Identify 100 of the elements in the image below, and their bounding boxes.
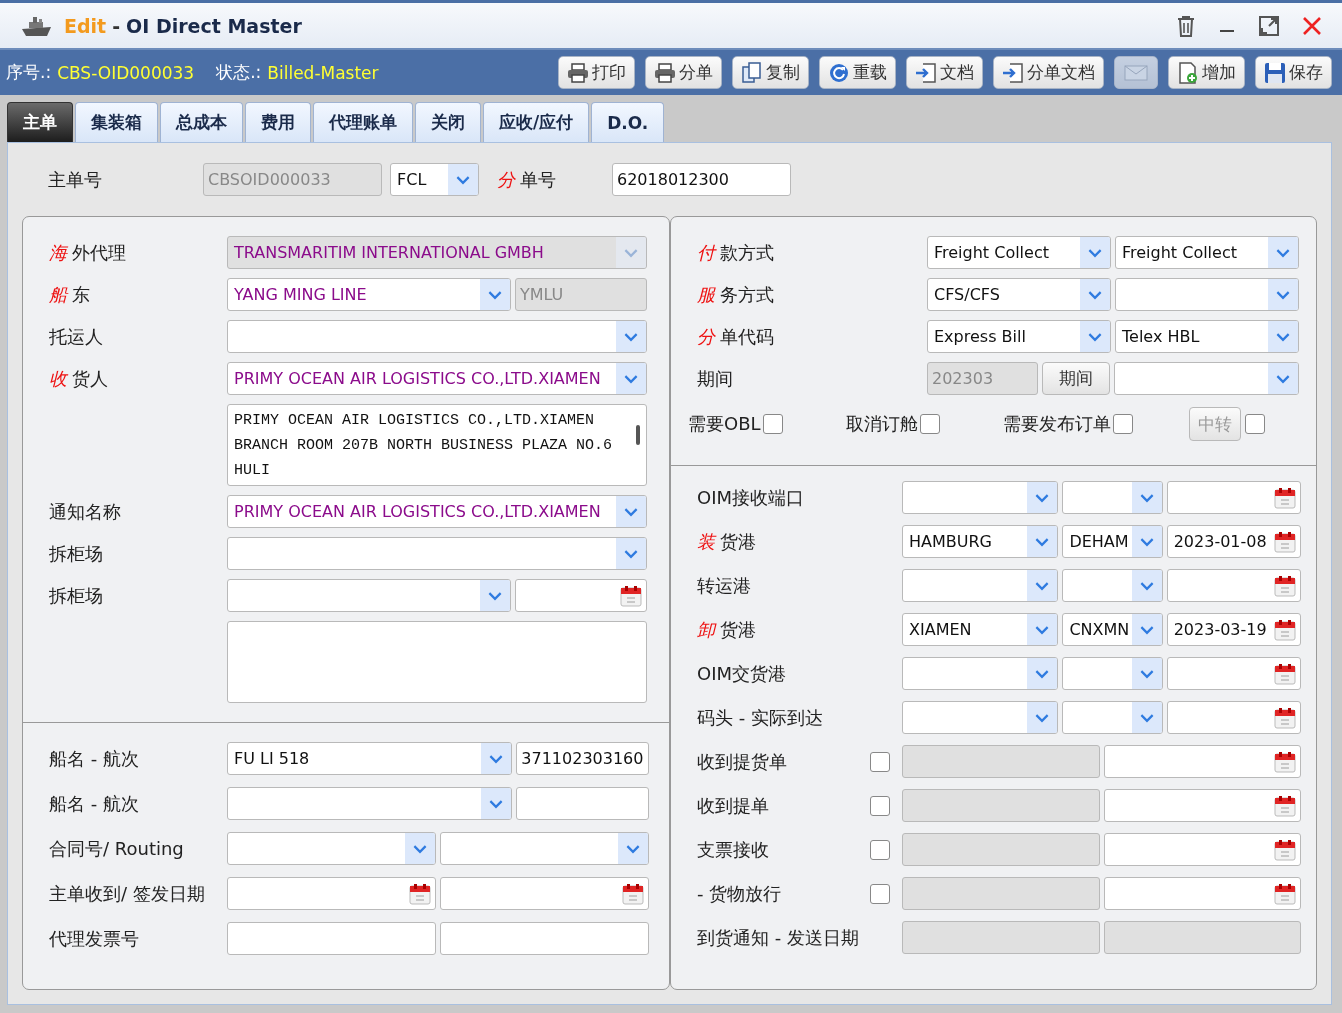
input-field[interactable]	[902, 921, 1100, 954]
tab[interactable]: D.O.	[591, 102, 665, 142]
select-field[interactable]	[227, 579, 511, 612]
input-field[interactable]	[227, 922, 436, 955]
field-label: 单号	[520, 167, 557, 192]
date-field[interactable]	[1166, 481, 1301, 514]
tab[interactable]: 代理账单	[313, 102, 413, 142]
select-field[interactable]	[1115, 278, 1299, 311]
calendar-icon	[1274, 795, 1296, 817]
date-field[interactable]	[514, 579, 647, 612]
date-field[interactable]	[1103, 789, 1301, 822]
text-area[interactable]	[227, 621, 647, 703]
load-type-select[interactable]: FCL	[390, 163, 479, 196]
select-field[interactable]	[1062, 481, 1163, 514]
date-field[interactable]	[1103, 833, 1301, 866]
select-field[interactable]: Freight Collect	[1115, 236, 1299, 269]
select-field[interactable]	[902, 569, 1059, 602]
chevron-icon	[618, 833, 648, 864]
field-label: 支票接收	[697, 837, 769, 862]
select-field[interactable]: HAMBURG	[902, 525, 1059, 558]
input-field[interactable]	[902, 789, 1100, 822]
toolbar-button[interactable]: 复制	[732, 56, 809, 89]
chevron-icon	[1131, 482, 1162, 513]
checkbox[interactable]	[870, 883, 890, 904]
select-field[interactable]	[1114, 362, 1299, 395]
house-number-field[interactable]: 62018012300	[612, 163, 791, 196]
toolbar-button[interactable]: 保存	[1255, 56, 1332, 89]
close-icon[interactable]	[1302, 15, 1322, 36]
select-field[interactable]: TRANSMARITIM INTERNATIONAL GMBH	[227, 236, 647, 269]
tab[interactable]: 总成本	[160, 102, 243, 142]
checkbox[interactable]	[919, 414, 940, 434]
date-field[interactable]	[227, 877, 436, 910]
chevron-icon	[1268, 321, 1298, 352]
toolbar-button[interactable]: 打印	[558, 56, 635, 89]
select-field[interactable]: Freight Collect	[927, 236, 1111, 269]
select-field[interactable]: PRIMY OCEAN AIR LOGISTICS CO.,LTD.XIAMEN	[227, 495, 647, 528]
select-field[interactable]	[227, 320, 647, 353]
select-field[interactable]: Express Bill	[927, 320, 1111, 353]
toolbar-button[interactable]: 分单文档	[993, 56, 1104, 89]
field-label: 款方式	[720, 240, 774, 265]
input-field[interactable]: 371102303160	[516, 742, 649, 775]
select-field[interactable]	[902, 481, 1059, 514]
period-button[interactable]: 期间	[1041, 362, 1111, 395]
select-field[interactable]: XIAMEN	[902, 613, 1059, 646]
checkbox[interactable]	[870, 795, 890, 816]
select-field[interactable]	[227, 787, 513, 820]
select-field[interactable]: FU LI 518	[227, 742, 513, 775]
input-field[interactable]	[902, 833, 1100, 866]
date-field[interactable]: 2023-03-19	[1166, 613, 1301, 646]
tab[interactable]: 关闭	[415, 102, 481, 142]
field-label: 拆柜场	[49, 541, 103, 566]
select-field[interactable]	[902, 657, 1059, 690]
checkbox[interactable]	[870, 751, 890, 772]
date-field[interactable]	[1103, 877, 1301, 910]
input-field[interactable]	[1103, 921, 1301, 954]
input-field[interactable]	[902, 745, 1100, 778]
maximize-icon[interactable]	[1258, 14, 1280, 37]
toolbar-button[interactable]: 文档	[906, 56, 983, 89]
select-field[interactable]: CFS/CFS	[927, 278, 1111, 311]
checkbox[interactable]	[762, 414, 783, 434]
date-field[interactable]	[440, 877, 649, 910]
select-field[interactable]: YANG MING LINE	[227, 278, 511, 311]
checkbox[interactable]	[1112, 414, 1133, 434]
tab[interactable]: 费用	[245, 102, 311, 142]
chevron-icon	[479, 279, 510, 310]
select-field[interactable]	[1062, 701, 1163, 734]
field-label: OIM交货港	[697, 661, 786, 686]
select-field[interactable]	[440, 832, 649, 865]
select-field[interactable]	[227, 537, 647, 570]
select-field[interactable]	[1062, 657, 1163, 690]
date-field[interactable]	[1103, 745, 1301, 778]
input-field[interactable]	[516, 787, 649, 820]
text-area[interactable]: PRIMY OCEAN AIR LOGISTICS CO.,LTD.XIAMEN BRANCH ROOM 207B NORTH BUSINESS PLAZA NO.6 HULI	[227, 404, 647, 486]
select-field[interactable]	[227, 832, 436, 865]
date-field[interactable]	[1166, 701, 1301, 734]
field-label: 船名 - 航次	[49, 746, 139, 771]
trash-icon[interactable]	[1176, 14, 1196, 37]
tab[interactable]: 应收/应付	[483, 102, 590, 142]
tab[interactable]: 集装箱	[75, 102, 158, 142]
scrollbar-thumb[interactable]	[636, 425, 640, 445]
select-field[interactable]	[902, 701, 1059, 734]
required-mark: 海	[49, 240, 67, 265]
date-field[interactable]: 2023-01-08	[1166, 525, 1301, 558]
chevron-icon	[1131, 526, 1162, 557]
required-mark: 装	[697, 529, 715, 554]
tab[interactable]: 主单	[7, 102, 73, 142]
checkbox[interactable]	[870, 839, 890, 860]
input-field[interactable]	[440, 922, 649, 955]
select-field[interactable]: DEHAM	[1062, 525, 1163, 558]
checkbox[interactable]	[1244, 414, 1265, 434]
toolbar-button[interactable]: 重载	[819, 56, 896, 89]
select-field[interactable]	[1062, 569, 1163, 602]
toolbar-button[interactable]: 增加	[1168, 56, 1245, 89]
select-field[interactable]: CNXMN	[1062, 613, 1163, 646]
input-field[interactable]	[902, 877, 1100, 910]
toolbar-button[interactable]: 分单	[645, 56, 722, 89]
date-field[interactable]	[1166, 569, 1301, 602]
date-field[interactable]	[1166, 657, 1301, 690]
select-field[interactable]: PRIMY OCEAN AIR LOGISTICS CO.,LTD.XIAMEN	[227, 362, 647, 395]
select-field[interactable]: Telex HBL	[1115, 320, 1299, 353]
